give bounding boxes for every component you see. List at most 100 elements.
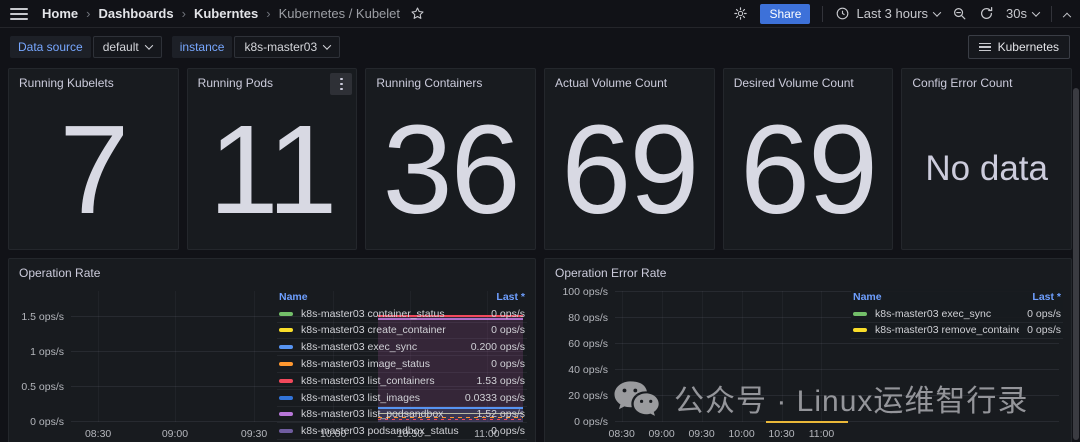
breadcrumb-home[interactable]: Home [42,6,78,21]
series-color-swatch [279,311,293,316]
y-axis-tick: 1.5 ops/s [21,311,64,323]
breadcrumb-current[interactable]: Kubernetes / Kubelet [279,6,400,21]
time-range-picker[interactable]: Last 3 hours [835,6,942,21]
x-axis-tick: 08:30 [84,428,112,440]
kubernetes-links-button[interactable]: Kubernetes [967,35,1070,59]
legend-row[interactable]: k8s-master03 list_podsandbox 1.52 ops/s [277,407,527,424]
dashboard-variables-row: Data source default instance k8s-master0… [0,28,1080,66]
y-axis-tick: 40 ops/s [568,364,608,376]
series-color-swatch [279,362,293,367]
instance-select[interactable]: k8s-master03 [234,36,341,58]
series-name[interactable]: k8s-master03 podsandbox_status [301,425,459,437]
legend-row[interactable]: k8s-master03 container_status 0 ops/s [277,306,527,323]
datasource-label: Data source [10,36,91,58]
panel-title[interactable]: Actual Volume Count [545,69,714,90]
stat-panels-row: Running Kubelets 7 Running Pods 11 Runni… [0,68,1080,250]
favorite-star-icon[interactable] [410,6,425,21]
legend-row[interactable]: k8s-master03 list_images 0.0333 ops/s [277,390,527,407]
vertical-scrollbar[interactable] [1073,88,1079,440]
divider [822,5,824,22]
time-range-label: Last 3 hours [856,6,929,21]
legend-row[interactable]: k8s-master03 list_containers 1.53 ops/s [277,373,527,390]
zoom-out-icon[interactable] [952,6,967,21]
series-last-value: 0 ops/s [491,307,525,320]
stat-value: 7 [59,98,129,240]
stat-value: 69 [561,98,699,240]
chevron-down-icon [322,41,332,50]
no-data-message: No data [925,149,1048,188]
x-axis-tick: 11:00 [808,428,835,440]
panel-title[interactable]: Running Kubelets [9,69,178,90]
series-color-swatch [853,311,867,316]
panel-operation-rate: Operation Rate 1.5 ops/s 1 ops/s 0.5 ops… [8,258,536,442]
x-axis-tick: 09:00 [648,428,675,440]
series-name[interactable]: k8s-master03 container_status [301,308,445,320]
series-last-value: 0 ops/s [1027,324,1061,337]
legend-name-header[interactable]: Name [279,291,308,303]
legend-row[interactable]: k8s-master03 exec_sync 0 ops/s [851,306,1063,323]
panel-actual-volume-count: Actual Volume Count 69 [544,68,715,250]
panel-title[interactable]: Running Containers [366,69,535,90]
datasource-select[interactable]: default [92,36,162,58]
panel-title[interactable]: Operation Rate [9,259,535,280]
series-color-swatch [279,395,293,400]
series-name[interactable]: k8s-master03 list_containers [301,375,435,387]
breadcrumb-dashboards[interactable]: Dashboards [98,6,173,21]
series-name[interactable]: k8s-master03 list_podsandbox [301,408,443,420]
legend-last-header[interactable]: Last * [488,291,525,303]
series-color-swatch [853,328,867,333]
menu-icon[interactable] [10,7,28,20]
breadcrumb-folder[interactable]: Kuberntes [194,6,258,21]
kubernetes-button-label: Kubernetes [997,40,1059,54]
divider [1051,5,1052,22]
panel-menu-kebab-icon[interactable] [330,73,353,95]
top-nav: Home › Dashboards › Kuberntes › Kubernet… [0,0,1080,28]
legend-header: Name Last * [851,289,1063,306]
series-name[interactable]: k8s-master03 exec_sync [301,341,417,353]
series-last-value: 0 ops/s [491,324,525,337]
series-name[interactable]: k8s-master03 exec_sync [875,308,991,320]
collapse-toolbar-chevron-up-icon[interactable] [1062,11,1072,21]
dashboard-settings-gear-icon[interactable] [733,6,748,21]
breadcrumb-separator: › [181,6,186,21]
panel-running-containers: Running Containers 36 [365,68,537,250]
y-axis-tick: 0 ops/s [30,416,64,428]
share-button[interactable]: Share [760,3,811,24]
legend-row[interactable]: k8s-master03 remove_container 0 ops/s [851,323,1063,340]
instance-value: k8s-master03 [244,40,318,54]
legend-row[interactable]: k8s-master03 image_status 0 ops/s [277,356,527,373]
operation-rate-chart: 1.5 ops/s 1 ops/s 0.5 ops/s 0 ops/s 08:3… [17,287,527,442]
series-name[interactable]: k8s-master03 list_images [301,392,420,404]
x-axis-tick: 09:30 [240,428,268,440]
breadcrumb-separator: › [266,6,271,21]
legend-last-header[interactable]: Last * [1024,291,1061,303]
series-name[interactable]: k8s-master03 remove_container [875,324,1019,336]
legend-row[interactable]: k8s-master03 podsandbox_status 0 ops/s [277,423,527,441]
legend-name-header[interactable]: Name [853,291,882,303]
chevron-down-icon [144,41,153,50]
legend-row[interactable]: k8s-master03 create_container 0 ops/s [277,323,527,340]
y-axis-tick: 1 ops/s [30,346,64,358]
series-color-swatch [279,412,293,417]
operation-rate-legend: Name Last * k8s-master03 container_statu… [277,289,527,441]
grafana-dashboard: Home › Dashboards › Kuberntes › Kubernet… [0,0,1080,442]
panel-title[interactable]: Config Error Count [902,69,1071,90]
series-last-value: 0 ops/s [1027,307,1061,320]
chevron-down-icon [1031,7,1041,17]
refresh-icon[interactable] [979,6,994,21]
series-name[interactable]: k8s-master03 image_status [301,358,430,370]
legend-row[interactable]: k8s-master03 exec_sync 0.200 ops/s [277,339,527,357]
panel-title[interactable]: Operation Error Rate [545,259,1071,280]
nav-actions: Share Last 3 hours 30s [733,3,1072,24]
series-last-value: 0.0333 ops/s [464,391,525,404]
refresh-interval-picker[interactable]: 30s [1006,6,1041,21]
panel-operation-error-rate: Operation Error Rate 100 ops/s 80 ops/s … [544,258,1072,442]
series-name[interactable]: k8s-master03 create_container [301,324,446,336]
series-color-swatch [279,429,293,434]
refresh-interval-label: 30s [1006,6,1027,21]
legend-header: Name Last * [277,289,527,306]
panel-title[interactable]: Desired Volume Count [724,69,893,90]
breadcrumb-separator: › [86,6,91,21]
panel-desired-volume-count: Desired Volume Count 69 [722,68,894,250]
x-axis-tick: 09:30 [688,428,715,440]
